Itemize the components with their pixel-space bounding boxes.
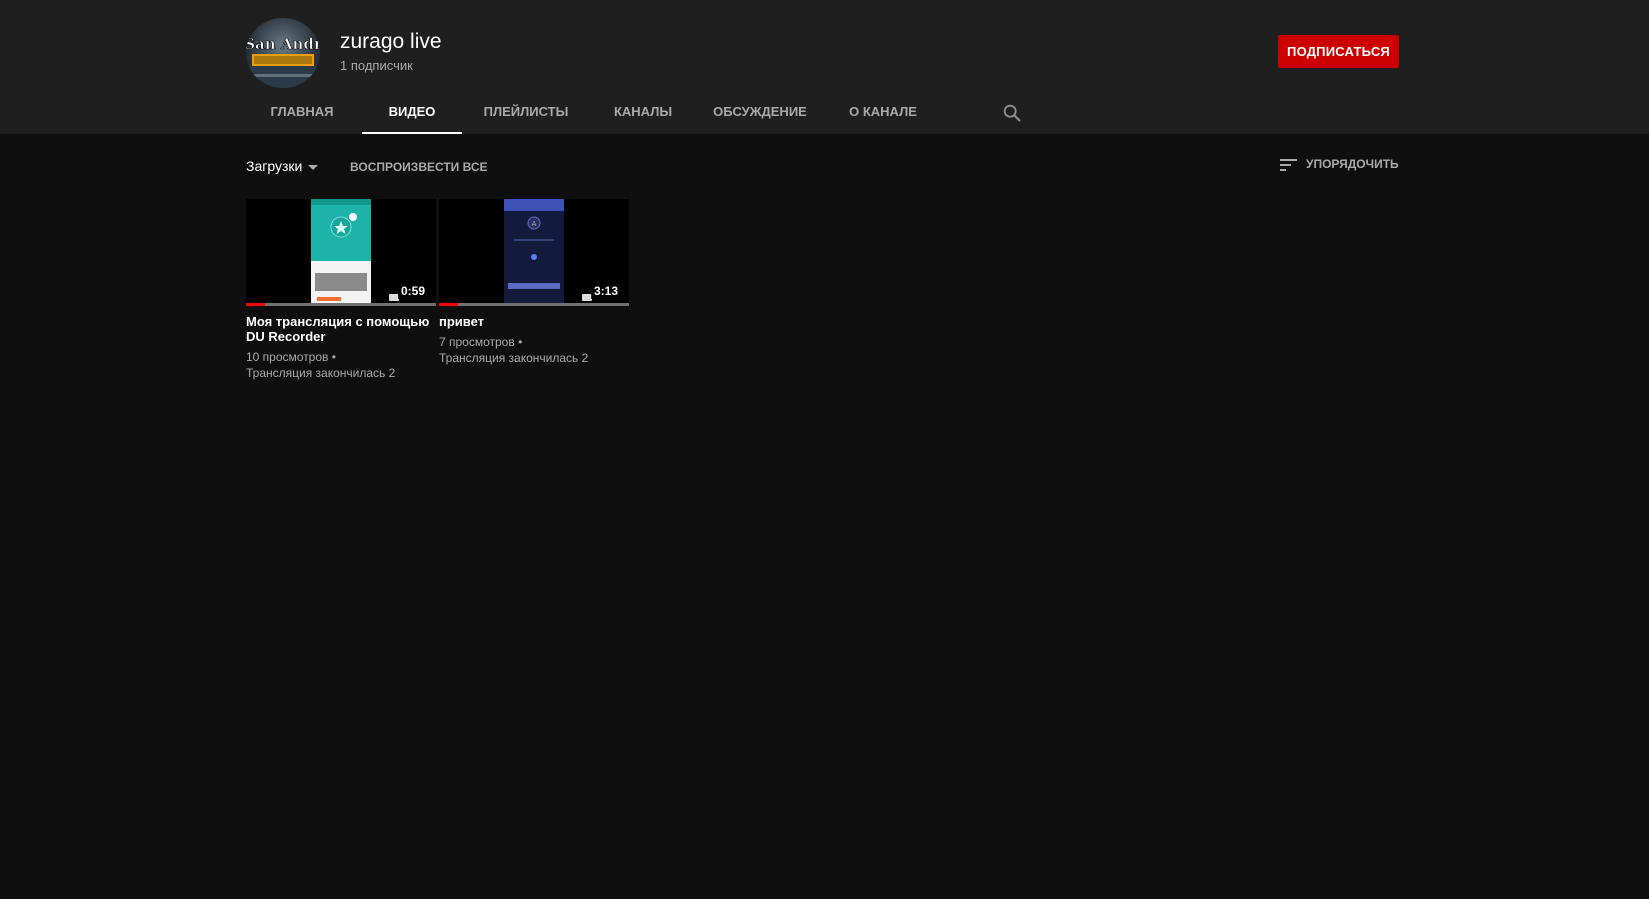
sort-button[interactable]: УПОРЯДОЧИТЬ — [1280, 157, 1399, 172]
video-card: A 3:13 привет 7 просмотров • Трансляция … — [439, 199, 629, 366]
tab-home[interactable]: ГЛАВНАЯ — [246, 92, 358, 134]
watched-progress-bar — [246, 303, 265, 306]
view-count: 10 просмотров — [246, 350, 329, 364]
tab-about[interactable]: О КАНАЛЕ — [830, 92, 936, 134]
video-title[interactable]: привет — [439, 314, 629, 329]
view-count: 7 просмотров — [439, 335, 515, 349]
tab-channels[interactable]: КАНАЛЫ — [596, 92, 690, 134]
svg-text:A: A — [532, 220, 537, 228]
search-icon[interactable] — [1001, 102, 1023, 124]
stream-status: Трансляция закончилась 2 — [246, 366, 396, 380]
sort-icon — [1280, 158, 1297, 171]
tab-videos[interactable]: ВИДЕО — [362, 92, 462, 134]
tab-discussion[interactable]: ОБСУЖДЕНИЕ — [708, 92, 812, 134]
subscriber-count: 1 подписчик — [340, 58, 413, 73]
channel-header: San Andr zurago live 1 подписчик ПОДПИСА… — [0, 0, 1649, 134]
channel-avatar[interactable]: San Andr — [246, 18, 320, 88]
watched-progress-bar — [439, 303, 458, 306]
video-thumbnail[interactable]: 0:59 — [246, 199, 436, 306]
uploads-dropdown[interactable]: Загрузки — [246, 158, 319, 174]
uploads-label: Загрузки — [246, 158, 303, 174]
caret-down-icon — [308, 164, 319, 170]
video-meta: 7 просмотров • Трансляция закончилась 2 — [439, 334, 629, 366]
tab-playlists[interactable]: ПЛЕЙЛИСТЫ — [470, 92, 582, 134]
play-all-button[interactable]: ВОСПРОИЗВЕСТИ ВСЕ — [350, 160, 488, 174]
progress-track — [246, 303, 436, 306]
video-thumbnail[interactable]: A 3:13 — [439, 199, 629, 306]
avatar-logo-image: San Andr — [246, 35, 320, 88]
video-duration: 3:13 — [590, 283, 621, 299]
video-duration: 0:59 — [397, 283, 428, 299]
thumbnail-image — [311, 199, 371, 303]
channel-name: zurago live — [340, 30, 442, 53]
video-card: 0:59 Моя трансляция с помощью DU Recorde… — [246, 199, 436, 381]
sort-label: УПОРЯДОЧИТЬ — [1306, 157, 1399, 171]
stream-status: Трансляция закончилась 2 — [439, 351, 589, 365]
subscribe-button[interactable]: ПОДПИСАТЬСЯ — [1278, 35, 1399, 68]
avatar-logo-text: San Andr — [246, 35, 320, 53]
video-meta: 10 просмотров • Трансляция закончилась 2 — [246, 349, 436, 381]
thumbnail-image: A — [504, 199, 564, 303]
progress-track — [439, 303, 629, 306]
video-title[interactable]: Моя трансляция с помощью DU Recorder — [246, 314, 436, 344]
